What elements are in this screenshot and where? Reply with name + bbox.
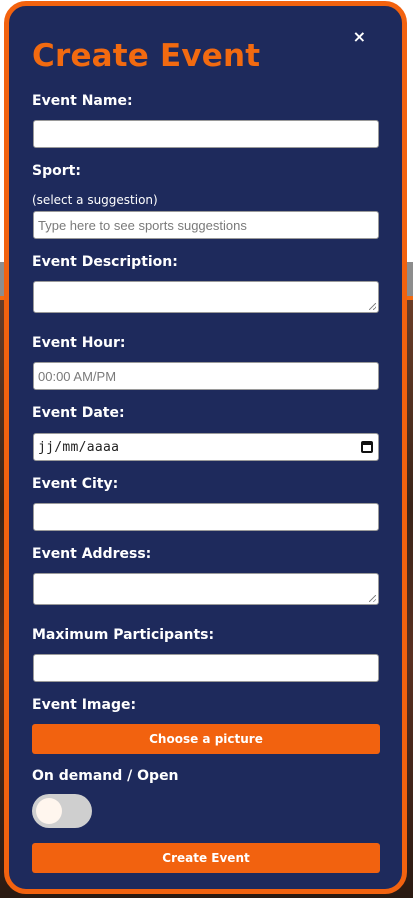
sport-input[interactable]: Type here to see sports suggestions	[33, 211, 379, 239]
hour-label: Event Hour:	[32, 335, 126, 351]
city-input[interactable]	[33, 503, 379, 531]
toggle-knob	[36, 798, 62, 824]
date-label: Event Date:	[32, 405, 125, 421]
max-participants-input[interactable]	[33, 654, 379, 682]
modal-title: Create Event	[32, 38, 261, 74]
address-textarea[interactable]	[33, 573, 379, 605]
address-label: Event Address:	[32, 546, 152, 562]
description-label: Event Description:	[32, 254, 178, 270]
sport-hint: (select a suggestion)	[32, 193, 158, 207]
max-participants-label: Maximum Participants:	[32, 627, 215, 643]
event-name-input[interactable]	[33, 120, 379, 148]
resize-handle-icon[interactable]	[369, 595, 376, 602]
description-textarea[interactable]	[33, 281, 379, 313]
event-name-label: Event Name:	[32, 93, 133, 109]
mode-label: On demand / Open	[32, 768, 179, 784]
date-placeholder: jj/mm/aaaa	[38, 439, 120, 455]
create-event-button[interactable]: Create Event	[32, 843, 380, 873]
choose-picture-button[interactable]: Choose a picture	[32, 724, 380, 754]
create-event-modal: × Create Event Event Name: Sport: (selec…	[4, 1, 407, 894]
date-input[interactable]: jj/mm/aaaa	[33, 433, 379, 461]
on-demand-toggle[interactable]	[32, 794, 92, 828]
calendar-icon[interactable]	[361, 441, 373, 453]
city-label: Event City:	[32, 476, 119, 492]
resize-handle-icon[interactable]	[369, 303, 376, 310]
close-icon[interactable]: ×	[353, 28, 366, 46]
hour-input[interactable]: 00:00 AM/PM	[33, 362, 379, 390]
sport-label: Sport:	[32, 163, 81, 179]
image-label: Event Image:	[32, 697, 137, 713]
